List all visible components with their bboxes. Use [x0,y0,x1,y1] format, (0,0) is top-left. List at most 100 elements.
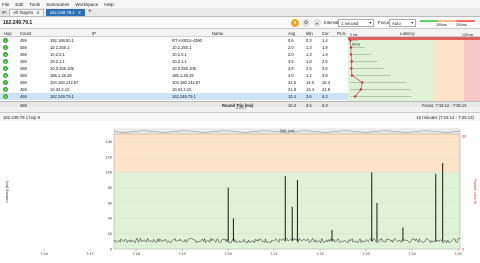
cell-name: 185.1.48.29 [172,73,194,78]
cell-count: 459 [20,73,27,78]
col-min[interactable]: Min [306,31,313,36]
latency-point [361,81,364,84]
y-tick-label: 100 [106,171,112,175]
hop-table: Hop Count IP Name Avg Min Cur PL% Latenc… [0,29,480,108]
x-tick-label: 7:23 [362,252,369,256]
latency-point [354,95,357,98]
col-count[interactable]: Count [20,31,31,36]
menu-help[interactable]: Help [104,2,113,7]
table-row[interactable]: 1 459 192.168.50.1 RT-AX82U-4390 0.6 0.3 1.4 [0,37,348,44]
cell-ip: 192.168.50.1 [50,38,74,43]
latency-point [350,74,354,77]
table-row[interactable]: 7 459 104.160.142.67 104.160.142.67 24.5 14.0… [0,79,348,86]
hop-status-icon: 4 [3,59,8,64]
ip-prefix-label: IP: [2,9,8,15]
cell-ip: 162.249.79.1 [50,94,74,99]
cell-avg: 0.6 [288,38,294,43]
chevron-down-icon[interactable]: ▾ [313,19,321,27]
interval-label: Interval [324,20,339,25]
cell-avg: 24.5 [288,80,296,85]
y-tick-label: 140 [106,140,112,144]
table-row[interactable]: 8 459 10.34.2.10 10.34.2.10 21.8 13.4 21.8 [0,86,348,93]
latency-point [349,53,353,56]
settings-icon[interactable]: ⚙ [302,19,310,27]
col-ip[interactable]: IP [92,31,96,36]
cell-ip: 10.2.0.1 [50,52,65,57]
x-tick-label: 7:22 [316,252,323,256]
cell-min: 0.3 [306,38,312,43]
cell-cur: 3.8 [322,73,328,78]
cell-avg: 2.0 [288,52,294,57]
x-tick-label: 7:16 [40,252,47,256]
splitter-handle[interactable]: • • • [0,107,480,112]
new-tab-icon[interactable]: + [88,9,92,15]
chevron-down-icon: ▼ [368,21,372,25]
x-tick-label: 7:18 [132,252,139,256]
tab-target[interactable]: 162.249.79.1 ✕ [45,8,86,16]
hop-status-icon: 1 [3,38,8,43]
menu-workspace[interactable]: Workspace [75,2,98,7]
latency-chart: 99.8 [348,37,480,101]
x-tick-label: 7:17 [86,252,93,256]
tab-all-targets[interactable]: All Targets ✕ [9,8,44,16]
cell-name: 162.249.79.1 [172,94,196,99]
y-axis-label: Latency (ms) [5,180,9,203]
cell-count: 459 [20,80,27,85]
table-row[interactable]: 3 459 10.2.0.1 10.2.0.1 2.0 1.3 1.9 [0,51,348,58]
cell-name: 10.2.0.1 [172,52,187,57]
table-row[interactable]: 6 459 185.1.48.29 185.1.48.29 4.0 1.2 3.8 [0,72,348,79]
cell-name: 10.0.255.105 [172,66,196,71]
hop-status-icon: 9 [3,94,8,99]
menu-summaries[interactable]: Summaries [46,2,69,7]
col-hop[interactable]: Hop [4,31,12,36]
cell-cur: 1.9 [322,45,328,50]
col-name[interactable]: Name [212,31,223,36]
x-tick-label: 7:25 [454,252,461,256]
rt-avg: 10.4 [288,102,296,108]
pause-icon[interactable]: ● [291,19,299,27]
cell-name: RT-AX82U-4390 [172,38,202,43]
cell-cur: 1.4 [322,38,328,43]
focus-value: Auto [392,20,401,26]
x-tick-label: 7:21 [270,252,277,256]
rt-min: 3.6 [306,102,312,108]
table-row[interactable]: 5 459 10.0.255.105 10.0.255.105 2.8 2.5 2.6 [0,65,348,72]
x-tick-label: 7:19 [178,252,185,256]
y-tick-label: 60 [108,201,112,205]
cell-ip: 10.2.1.1 [50,59,65,64]
close-icon[interactable]: ✕ [78,10,81,15]
rt-count: 459 [20,102,27,108]
y-tick-label: 80 [108,186,112,190]
table-row[interactable]: 4 459 10.2.1.1 10.2.1.1 3.5 1.8 2.5 [0,58,348,65]
focus-select[interactable]: Auto ▼ [389,19,416,27]
latency-point [350,67,353,70]
y-tick-label: 0 [110,247,112,251]
col-avg[interactable]: Avg [288,31,295,36]
cell-min: 1.8 [306,59,312,64]
y-tick-label: 20 [108,232,112,236]
target-address[interactable]: 162.249.79.1 [3,20,32,26]
hop-status-icon: 2 [3,45,8,50]
graph-title: 162.249.79.1 hop 9 [3,115,41,120]
y-tick-label: 120 [106,155,112,159]
col-pl[interactable]: PL% [337,31,346,36]
zone-high [114,134,460,173]
col-cur[interactable]: Cur [322,31,329,36]
y-right-tick-label: 0 [462,247,464,251]
cell-name: 104.160.142.67 [172,80,201,85]
interval-select[interactable]: 1 second ▼ [338,19,374,27]
timeline-graph: Jitter (ms) 140 120 100 80 60 40 20 0 30 0 Latency … [0,121,480,263]
cell-cur: 6.3 [322,94,328,99]
menu-file[interactable]: File [2,2,9,7]
col-latency[interactable]: Latency [400,31,415,36]
cell-min: 1.3 [306,52,312,57]
legend-low: 100ms [436,23,447,27]
menu-tools[interactable]: Tools [29,2,40,7]
cell-cur: 2.6 [322,66,328,71]
cell-count: 459 [20,66,27,71]
menu-edit[interactable]: Edit [15,2,23,7]
table-row[interactable]: 9 459 162.249.79.1 162.249.79.1 10.4 3.6 6.3 [0,93,348,100]
cell-min: 1.2 [306,73,312,78]
close-icon[interactable]: ✕ [36,10,39,15]
table-row[interactable]: 2 459 10.2.255.1 10.2.255.1 2.0 1.3 1.9 [0,44,348,51]
